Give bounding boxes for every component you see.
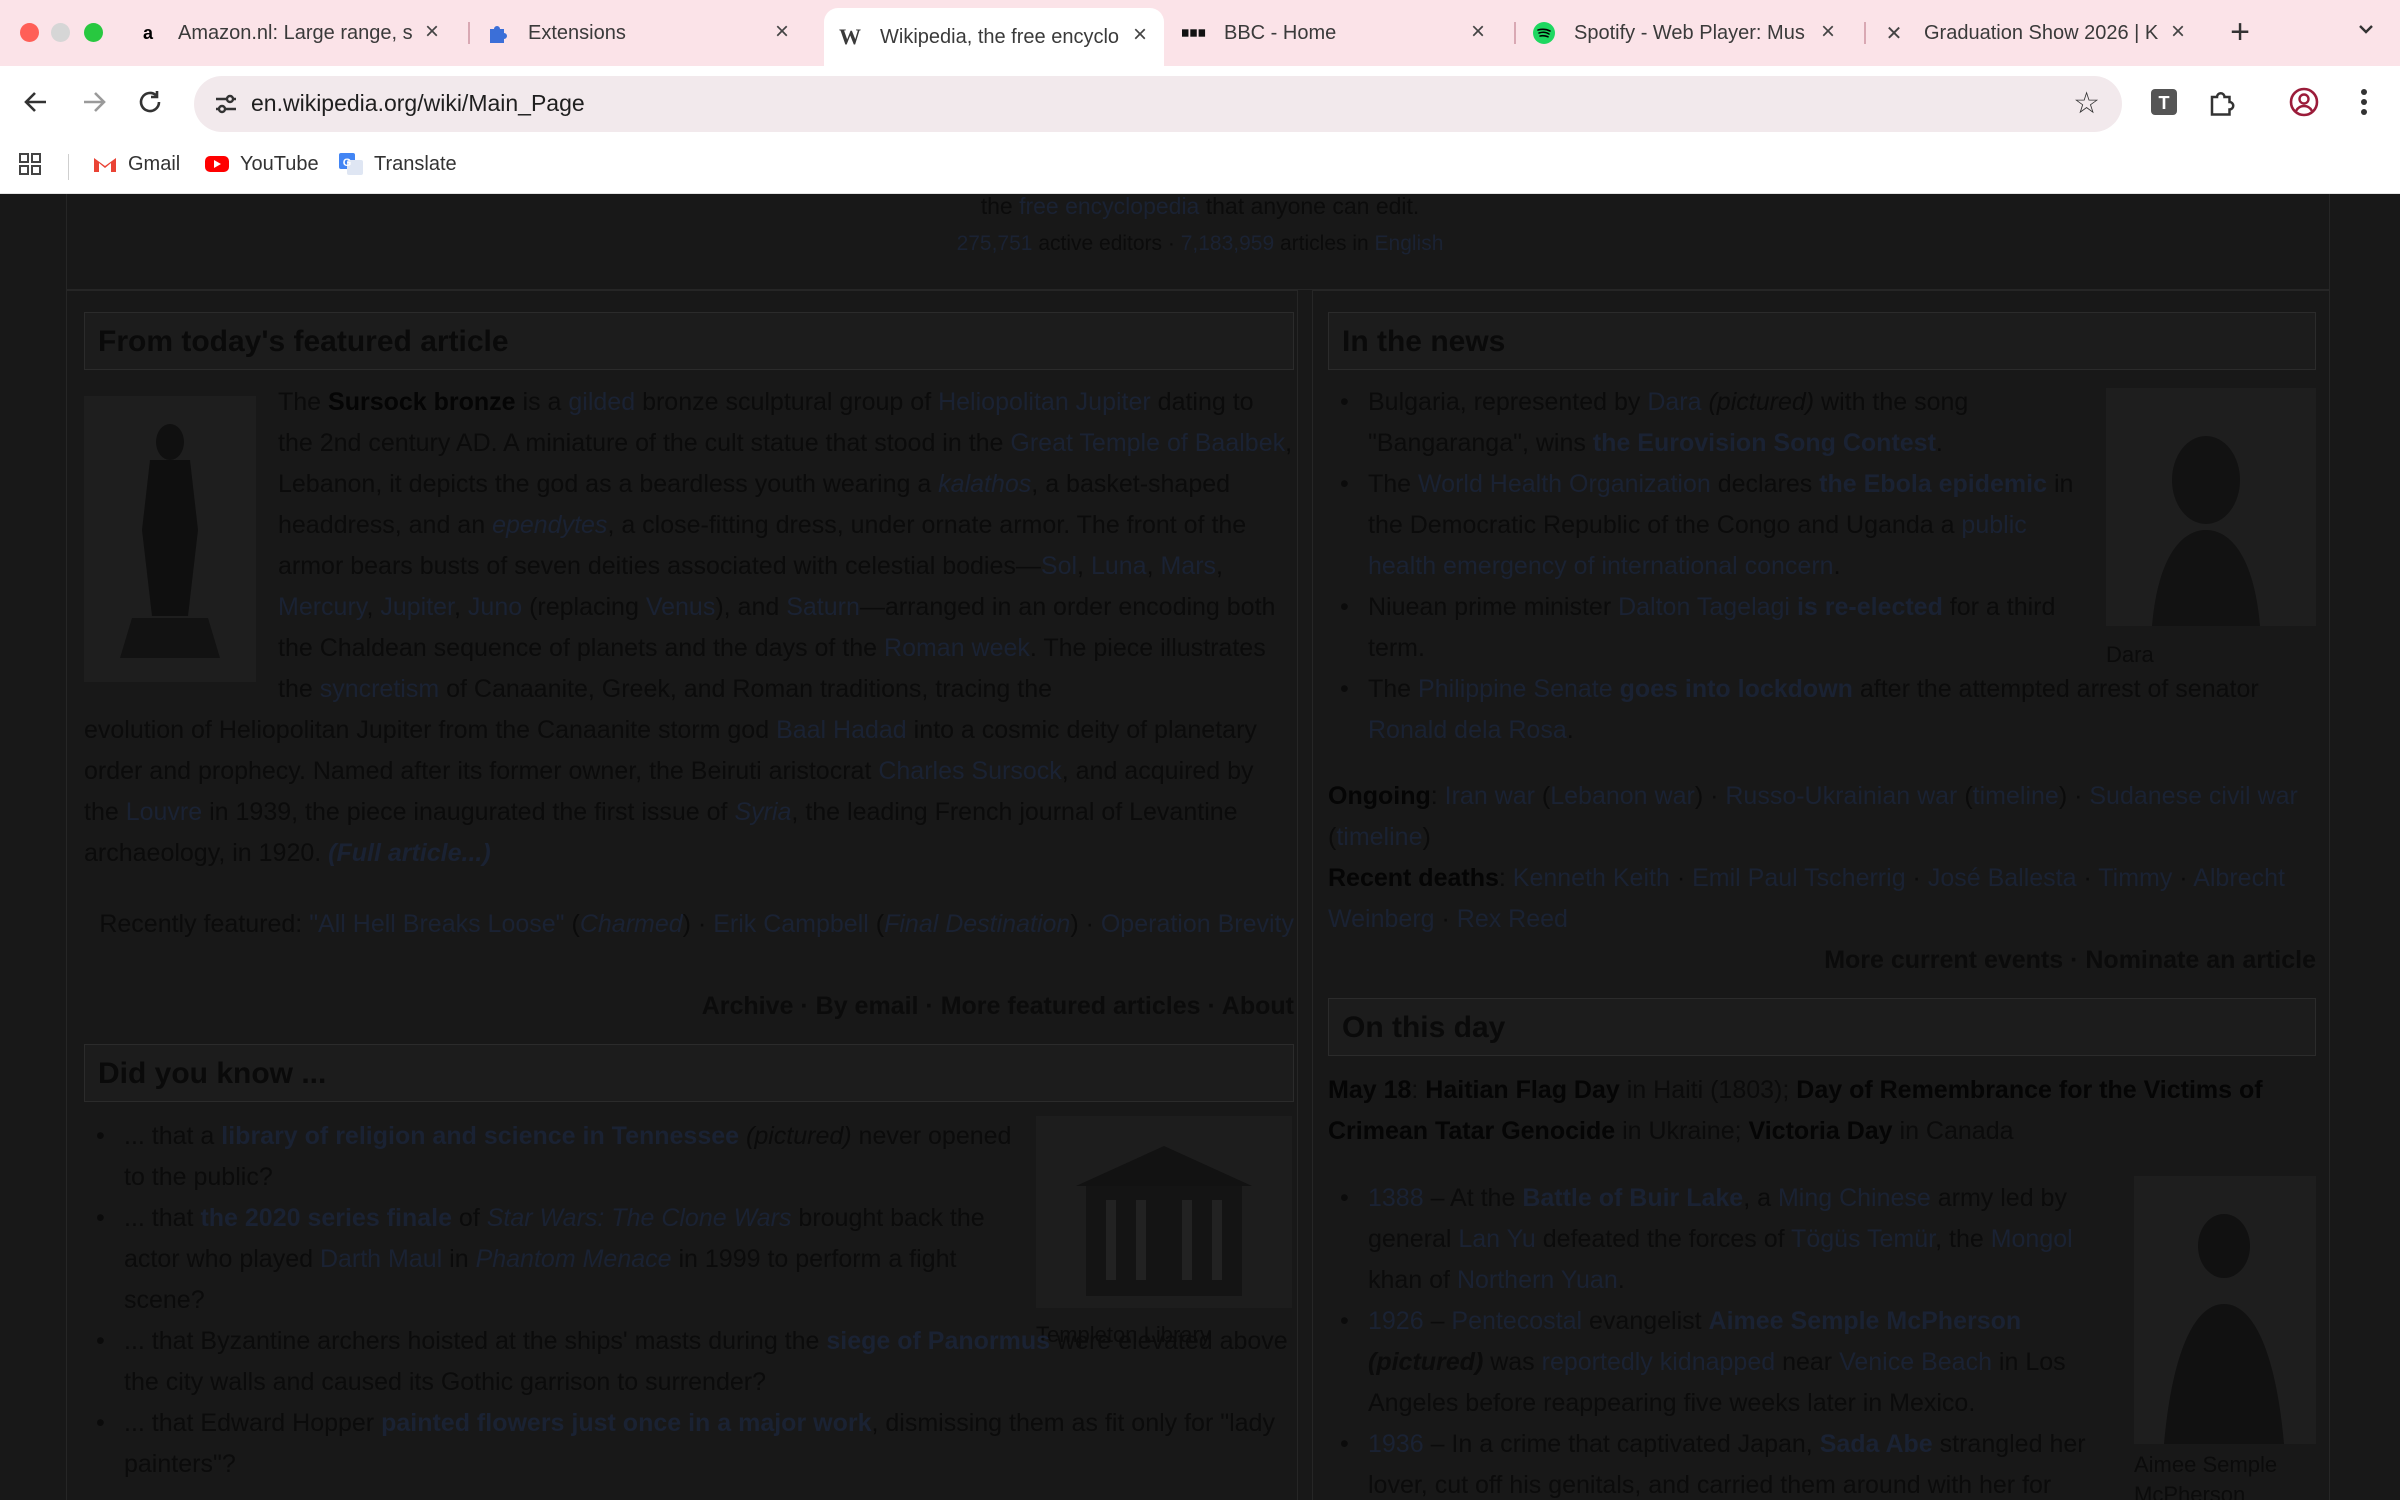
list-item: The World Health Organization declares t… xyxy=(1328,464,2098,587)
bookmark-youtube[interactable]: YouTube xyxy=(204,152,319,176)
close-icon[interactable]: × xyxy=(1126,21,1154,49)
tab-title: Extensions xyxy=(528,21,626,44)
featured-article-heading: From today's featured article xyxy=(84,312,1294,370)
list-item: 1388 – At the Battle of Buir Lake, a Min… xyxy=(1328,1178,2128,1301)
site-info-icon[interactable] xyxy=(212,90,240,118)
recently-featured: Recently featured: "All Hell Breaks Loos… xyxy=(99,910,1294,938)
browser-toolbar: en.wikipedia.org/wiki/Main_Page ☆ T xyxy=(0,66,2400,138)
tab-title: Amazon.nl: Large range, s xyxy=(178,21,413,44)
in-the-news-heading: In the news xyxy=(1328,312,2316,370)
tab-spotify[interactable]: Spotify - Web Player: Mus × xyxy=(1532,12,1852,54)
aimee-mcpherson-image[interactable] xyxy=(2134,1176,2316,1444)
close-icon[interactable]: × xyxy=(768,18,796,46)
news-list: Bulgaria, represented by Dara (pictured)… xyxy=(1328,382,2259,751)
bookmarks-bar: Gmail YouTube G Translate xyxy=(0,138,2400,194)
aimee-mcpherson-caption: Aimee Semple McPherson xyxy=(2134,1452,2278,1500)
list-item: ... that the 2020 series finale of Star … xyxy=(84,1198,1024,1321)
translate-extension-icon[interactable]: T xyxy=(2148,86,2180,118)
window-close-button[interactable] xyxy=(20,23,39,42)
editor-stats: 275,751 active editors · 7,183,959 artic… xyxy=(956,232,1444,255)
puzzle-icon xyxy=(486,21,510,45)
on-this-day-list: 1388 – At the Battle of Buir Lake, a Min… xyxy=(1328,1178,2128,1500)
list-item: ... that a library of religion and scien… xyxy=(84,1116,1024,1198)
gmail-icon xyxy=(92,152,118,176)
list-item: Niuean prime minister Dalton Tagelagi is… xyxy=(1328,587,2098,669)
arrow-right-icon xyxy=(84,92,106,112)
arrow-left-icon xyxy=(24,92,46,112)
tab-title: Graduation Show 2026 | K xyxy=(1924,21,2159,44)
ongoing-events: Ongoing: Iran war (Lebanon war) · Russo-… xyxy=(1328,782,2298,851)
featured-article-text-bottom: evolution of Heliopolitan Jupiter from t… xyxy=(84,716,1257,867)
list-item: The Philippine Senate goes into lockdown… xyxy=(1328,669,2316,751)
close-icon[interactable]: × xyxy=(418,18,446,46)
reload-button[interactable] xyxy=(132,84,168,120)
tab-title: Spotify - Web Player: Mus xyxy=(1574,21,1805,44)
profile-avatar-icon[interactable] xyxy=(2288,86,2320,118)
bookmark-gmail[interactable]: Gmail xyxy=(92,152,180,176)
templeton-library-image[interactable] xyxy=(1036,1116,1292,1308)
tab-amazon[interactable]: a Amazon.nl: Large range, s × xyxy=(136,12,456,54)
list-item: ... that Edward Hopper painted flowers j… xyxy=(84,1403,1294,1485)
free-encyclopedia-link[interactable]: free encyclopedia xyxy=(1019,194,1199,219)
tab-wikipedia[interactable]: W Wikipedia, the free encyclo × xyxy=(824,8,1164,66)
news-footer-links[interactable]: More current events · Nominate an articl… xyxy=(1328,940,2316,981)
tab-title: BBC - Home xyxy=(1224,21,1337,44)
did-you-know-list: ... that a library of religion and scien… xyxy=(84,1116,1288,1485)
featured-footer-links[interactable]: Archive · By email · More featured artic… xyxy=(84,986,1294,1027)
tab-extensions[interactable]: Extensions × xyxy=(486,12,806,54)
wikipedia-main-page: the free encyclopedia that anyone can ed… xyxy=(0,194,2400,1500)
url-text: en.wikipedia.org/wiki/Main_Page xyxy=(251,90,585,116)
tab-title: Wikipedia, the free encyclo xyxy=(880,25,1120,48)
amazon-icon: a xyxy=(142,22,153,43)
list-item: 1926 – Pentecostal evangelist Aimee Semp… xyxy=(1328,1301,2128,1424)
extensions-puzzle-icon[interactable] xyxy=(2206,86,2238,118)
tab-strip: a Amazon.nl: Large range, s × Extensions… xyxy=(0,0,2400,66)
dara-image[interactable] xyxy=(2106,388,2316,626)
tab-graduation-show[interactable]: ✕ Graduation Show 2026 | K × xyxy=(1882,12,2202,54)
reload-icon xyxy=(139,91,161,113)
new-tab-button[interactable]: + xyxy=(2222,13,2258,52)
tab-search-chevron-icon[interactable] xyxy=(2355,18,2377,46)
bookmark-star-icon[interactable]: ☆ xyxy=(2073,86,2100,121)
bbc-icon xyxy=(1182,21,1206,45)
back-button[interactable] xyxy=(18,84,54,120)
did-you-know-heading: Did you know ... xyxy=(84,1044,1294,1102)
more-menu-icon[interactable] xyxy=(2348,86,2380,118)
window-maximize-button[interactable] xyxy=(84,23,103,42)
recent-deaths: Recent deaths: Kenneth Keith · Emil Paul… xyxy=(1328,864,2285,933)
close-icon[interactable]: × xyxy=(1814,18,1842,46)
address-bar[interactable]: en.wikipedia.org/wiki/Main_Page ☆ xyxy=(194,76,2122,132)
list-item: Bulgaria, represented by Dara (pictured)… xyxy=(1328,382,2098,464)
list-item: 1936 – In a crime that captivated Japan,… xyxy=(1328,1424,2128,1500)
sursock-bronze-image[interactable] xyxy=(84,396,256,682)
youtube-icon xyxy=(204,152,230,176)
window-minimize-button[interactable] xyxy=(51,23,70,42)
wikipedia-icon: W xyxy=(839,24,861,49)
close-icon[interactable]: × xyxy=(2164,18,2192,46)
featured-article-text-top: The Sursock bronze is a gilded bronze sc… xyxy=(278,388,1293,703)
tab-bbc[interactable]: BBC - Home × xyxy=(1182,12,1502,54)
spotify-icon xyxy=(1532,21,1556,45)
svg-text:T: T xyxy=(2159,93,2170,113)
google-translate-icon: G xyxy=(338,152,364,176)
bookmark-translate[interactable]: G Translate xyxy=(338,152,457,176)
close-icon[interactable]: × xyxy=(1464,18,1492,46)
on-this-day-date: May 18: Haitian Flag Day in Haiti (1803)… xyxy=(1328,1076,2263,1145)
on-this-day-heading: On this day xyxy=(1328,998,2316,1056)
svg-text:G: G xyxy=(343,157,352,169)
kabk-icon: ✕ xyxy=(1885,22,1903,45)
apps-grid-icon[interactable] xyxy=(18,152,42,176)
forward-button[interactable] xyxy=(76,84,112,120)
list-item: ... that Byzantine archers hoisted at th… xyxy=(84,1321,1294,1403)
